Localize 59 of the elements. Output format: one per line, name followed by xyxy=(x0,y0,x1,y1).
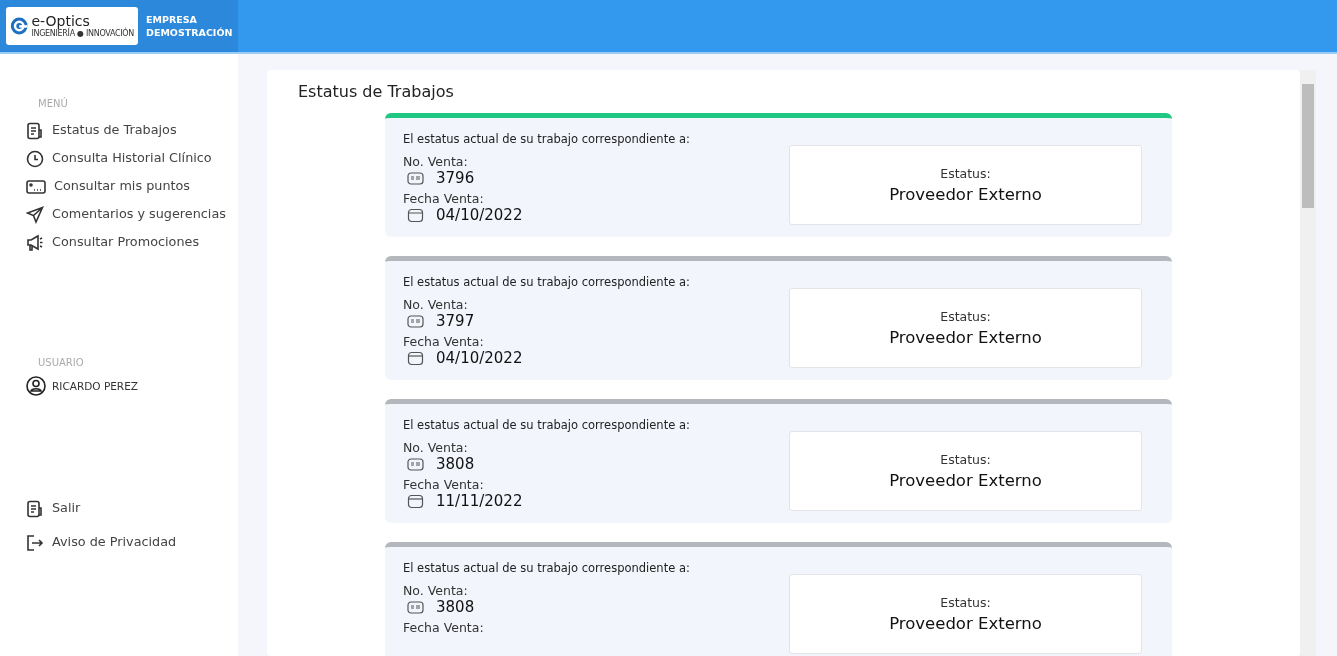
calendar-icon xyxy=(407,207,424,223)
calendar-icon xyxy=(407,493,424,509)
menu-item[interactable]: Salir xyxy=(26,492,231,526)
card-icon xyxy=(26,178,46,196)
sale-label: No. Venta: xyxy=(403,154,468,169)
menu-item[interactable]: Consultar Promociones xyxy=(26,229,231,257)
sale-number: 3808 xyxy=(436,598,475,616)
status-value: Proveedor Externo xyxy=(889,328,1042,347)
sale-label: No. Venta: xyxy=(403,440,468,455)
menu-heading: MENÚ xyxy=(38,98,68,109)
intro-text: El estatus actual de su trabajo correspondiente a: xyxy=(403,418,690,432)
intro-text: El estatus actual de su trabajo correspondiente a: xyxy=(403,561,690,575)
document-icon xyxy=(26,122,44,140)
clock-icon xyxy=(26,150,44,168)
date-label: Fecha Venta: xyxy=(403,477,484,492)
sale-number: 3796 xyxy=(436,169,475,187)
send-icon xyxy=(26,206,44,224)
user-name: RICARDO PEREZ xyxy=(52,380,138,392)
menu-item[interactable]: Consultar mis puntos xyxy=(26,173,231,201)
scrollbar[interactable] xyxy=(1300,70,1316,656)
calendar-icon xyxy=(407,350,424,366)
logo-tagline: INGENIERÍA ● INNOVACIÓN xyxy=(31,29,134,38)
logo-icon xyxy=(10,15,29,37)
id-card-icon xyxy=(407,171,424,185)
company-name: EMPRESA DEMOSTRACIÓN xyxy=(146,13,233,39)
sale-label: No. Venta: xyxy=(403,583,468,598)
document-icon xyxy=(26,500,44,518)
sale-date: 04/10/2022 xyxy=(436,206,523,224)
date-label: Fecha Venta: xyxy=(403,191,484,206)
sale-label: No. Venta: xyxy=(403,297,468,312)
exit-icon xyxy=(26,534,44,552)
sale-date: 04/10/2022 xyxy=(436,349,523,367)
intro-text: El estatus actual de su trabajo correspondiente a: xyxy=(403,275,690,289)
scrollbar-thumb[interactable] xyxy=(1302,84,1314,208)
status-label: Estatus: xyxy=(940,166,991,181)
user-icon xyxy=(26,376,46,396)
status-label: Estatus: xyxy=(940,452,991,467)
page-title: Estatus de Trabajos xyxy=(298,82,454,101)
menu-item[interactable]: Comentarios y sugerencias xyxy=(26,201,231,229)
date-label: Fecha Venta: xyxy=(403,620,484,635)
menu-item[interactable]: Estatus de Trabajos xyxy=(26,117,231,145)
status-value: Proveedor Externo xyxy=(889,614,1042,633)
megaphone-icon xyxy=(26,234,44,252)
menu-item[interactable]: Consulta Historial Clínico xyxy=(26,145,231,173)
id-card-icon xyxy=(407,457,424,471)
logo-name: e-Optics xyxy=(31,14,90,29)
id-card-icon xyxy=(407,314,424,328)
sale-date: 11/11/2022 xyxy=(436,492,523,510)
status-value: Proveedor Externo xyxy=(889,471,1042,490)
sale-number: 3808 xyxy=(436,455,475,473)
status-label: Estatus: xyxy=(940,309,991,324)
date-label: Fecha Venta: xyxy=(403,334,484,349)
menu-item[interactable]: Aviso de Privacidad xyxy=(26,526,231,560)
sale-number: 3797 xyxy=(436,312,475,330)
user-heading: USUARIO xyxy=(38,357,84,368)
intro-text: El estatus actual de su trabajo correspondiente a: xyxy=(403,132,690,146)
status-label: Estatus: xyxy=(940,595,991,610)
id-card-icon xyxy=(407,600,424,614)
status-value: Proveedor Externo xyxy=(889,185,1042,204)
